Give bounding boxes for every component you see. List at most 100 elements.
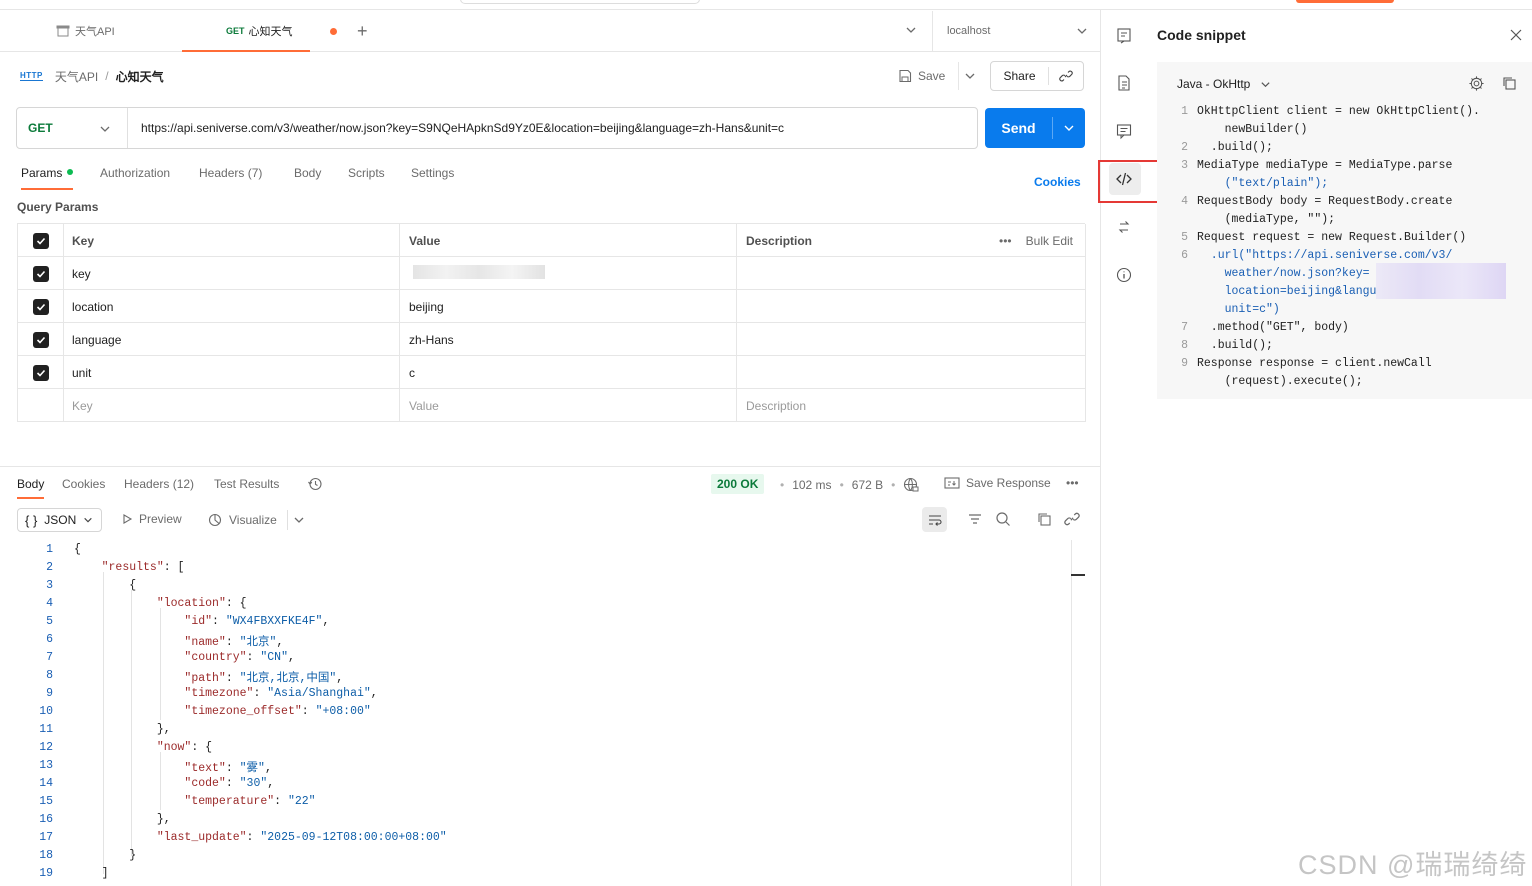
snippet-line: unit=c") [1197, 303, 1280, 316]
snippet-line: weather/now.json?key= [1197, 267, 1370, 280]
tabs-dropdown-icon[interactable] [905, 24, 917, 36]
tab-response-headers[interactable]: Headers (12) [124, 477, 194, 491]
history-icon[interactable] [307, 476, 323, 492]
checkbox-checked-icon[interactable] [32, 364, 49, 381]
save-dropdown-button[interactable] [958, 62, 980, 90]
row-checkbox-cell[interactable] [18, 356, 64, 389]
response-divider[interactable] [0, 466, 1100, 467]
url-input[interactable]: https://api.seniverse.com/v3/weather/now… [128, 121, 784, 135]
upgrade-button-edge[interactable] [1296, 0, 1394, 3]
param-key[interactable]: key [64, 257, 400, 290]
param-key[interactable]: location [64, 290, 400, 323]
comments-icon[interactable] [1115, 27, 1133, 45]
param-value[interactable]: zh-Hans [400, 323, 737, 356]
param-key[interactable]: language [64, 323, 400, 356]
top-strip [0, 0, 1532, 10]
new-key-input[interactable]: Key [64, 389, 400, 422]
tab-test-results[interactable]: Test Results [214, 477, 279, 491]
link-icon[interactable] [1064, 511, 1080, 527]
snippet-line: (mediaType, ""); [1197, 213, 1336, 226]
checkbox-checked-icon[interactable] [32, 232, 49, 249]
method-select[interactable]: GET [17, 108, 128, 148]
response-time[interactable]: 102 ms [792, 478, 831, 492]
checkbox-checked-icon[interactable] [32, 298, 49, 315]
response-size[interactable]: 672 B [852, 478, 883, 492]
send-button[interactable]: Send [985, 108, 1085, 148]
new-tab-icon[interactable]: + [357, 22, 368, 40]
param-key[interactable]: unit [64, 356, 400, 389]
copy-icon[interactable] [1036, 511, 1052, 527]
checkbox-checked-icon[interactable] [32, 265, 49, 282]
save-label: Save [918, 69, 946, 83]
breadcrumb-current[interactable]: 心知天气 [116, 68, 164, 85]
info-icon[interactable] [1115, 266, 1133, 284]
search-bar-edge[interactable] [460, 0, 700, 4]
save-button[interactable]: Save [898, 62, 945, 90]
preview-button[interactable]: Preview [121, 512, 182, 526]
network-icon[interactable] [903, 477, 919, 493]
send-dropdown-icon[interactable] [1053, 122, 1085, 134]
scrollbar-thumb[interactable] [1071, 574, 1085, 576]
share-button[interactable]: Share [990, 61, 1084, 91]
param-value[interactable]: beijing [400, 290, 737, 323]
tab-collection[interactable]: 天气API [56, 11, 174, 51]
copy-snippet-icon[interactable] [1501, 75, 1517, 91]
response-body-code[interactable]: 1 2 3 4 5 6 7 8 9 10 11 12 13 14 15 16 1… [0, 540, 1070, 886]
gear-icon[interactable] [1468, 75, 1485, 92]
new-value-input[interactable]: Value [400, 389, 737, 422]
format-select[interactable]: { } JSON [17, 508, 102, 532]
search-icon[interactable] [995, 511, 1011, 527]
new-description-input[interactable]: Description [737, 389, 1086, 422]
json-line: { [74, 579, 137, 592]
tab-response-body[interactable]: Body [17, 477, 45, 499]
checkbox-checked-icon[interactable] [32, 331, 49, 348]
param-value[interactable] [400, 257, 737, 290]
comment-icon[interactable] [1115, 122, 1133, 140]
related-requests-icon[interactable] [1115, 218, 1133, 236]
select-all-cell[interactable] [18, 224, 64, 257]
save-response-button[interactable]: Save Response [944, 476, 1051, 490]
cookies-link[interactable]: Cookies [1034, 175, 1081, 189]
line-number: 9 [46, 687, 53, 700]
row-checkbox-cell[interactable] [18, 290, 64, 323]
link-icon[interactable] [1049, 69, 1083, 83]
close-icon[interactable] [1509, 28, 1523, 42]
format-label: JSON [44, 513, 77, 527]
breadcrumb-parent[interactable]: 天气API [55, 68, 98, 85]
param-value[interactable]: c [400, 356, 737, 389]
tab-body[interactable]: Body [294, 166, 321, 180]
visualize-dropdown-icon[interactable] [287, 510, 305, 530]
tab-params[interactable]: Params [21, 166, 74, 190]
documentation-icon[interactable] [1115, 74, 1133, 92]
snippet-language-select[interactable]: Java - OkHttp [1177, 77, 1271, 91]
param-description[interactable] [737, 290, 1086, 323]
row-checkbox-cell[interactable] [18, 257, 64, 290]
header-description-label: Description [746, 233, 813, 248]
tab-settings[interactable]: Settings [411, 166, 454, 180]
save-response-icon [944, 476, 960, 490]
line-number: 3 [46, 579, 53, 592]
tab-authorization[interactable]: Authorization [100, 166, 170, 180]
json-line: "location": { [156, 597, 247, 610]
status-badge[interactable]: 200 OK [711, 474, 765, 494]
param-description[interactable] [737, 356, 1086, 389]
filter-icon[interactable] [967, 511, 983, 527]
tab-response-cookies[interactable]: Cookies [62, 477, 105, 491]
braces-icon: { } [25, 512, 38, 528]
environment-select[interactable]: localhost [932, 11, 1100, 51]
scrollbar-track[interactable] [1071, 540, 1072, 886]
wrap-lines-icon[interactable] [922, 507, 947, 532]
param-description[interactable] [737, 323, 1086, 356]
line-number: 7 [46, 651, 53, 664]
visualize-button[interactable]: Visualize [207, 512, 277, 528]
tab-headers[interactable]: Headers (7) [199, 166, 262, 180]
row-checkbox-cell[interactable] [18, 323, 64, 356]
param-description[interactable] [737, 257, 1086, 290]
tab-request[interactable]: GET 心知天气 [182, 11, 310, 52]
tab-scripts[interactable]: Scripts [348, 166, 385, 180]
preview-label: Preview [139, 512, 182, 526]
tab-collection-label: 天气API [75, 26, 115, 38]
separator-dot: • [780, 478, 785, 492]
more-options-icon[interactable]: ••• [1066, 476, 1079, 490]
bulk-edit-button[interactable]: ••• Bulk Edit [999, 224, 1073, 257]
